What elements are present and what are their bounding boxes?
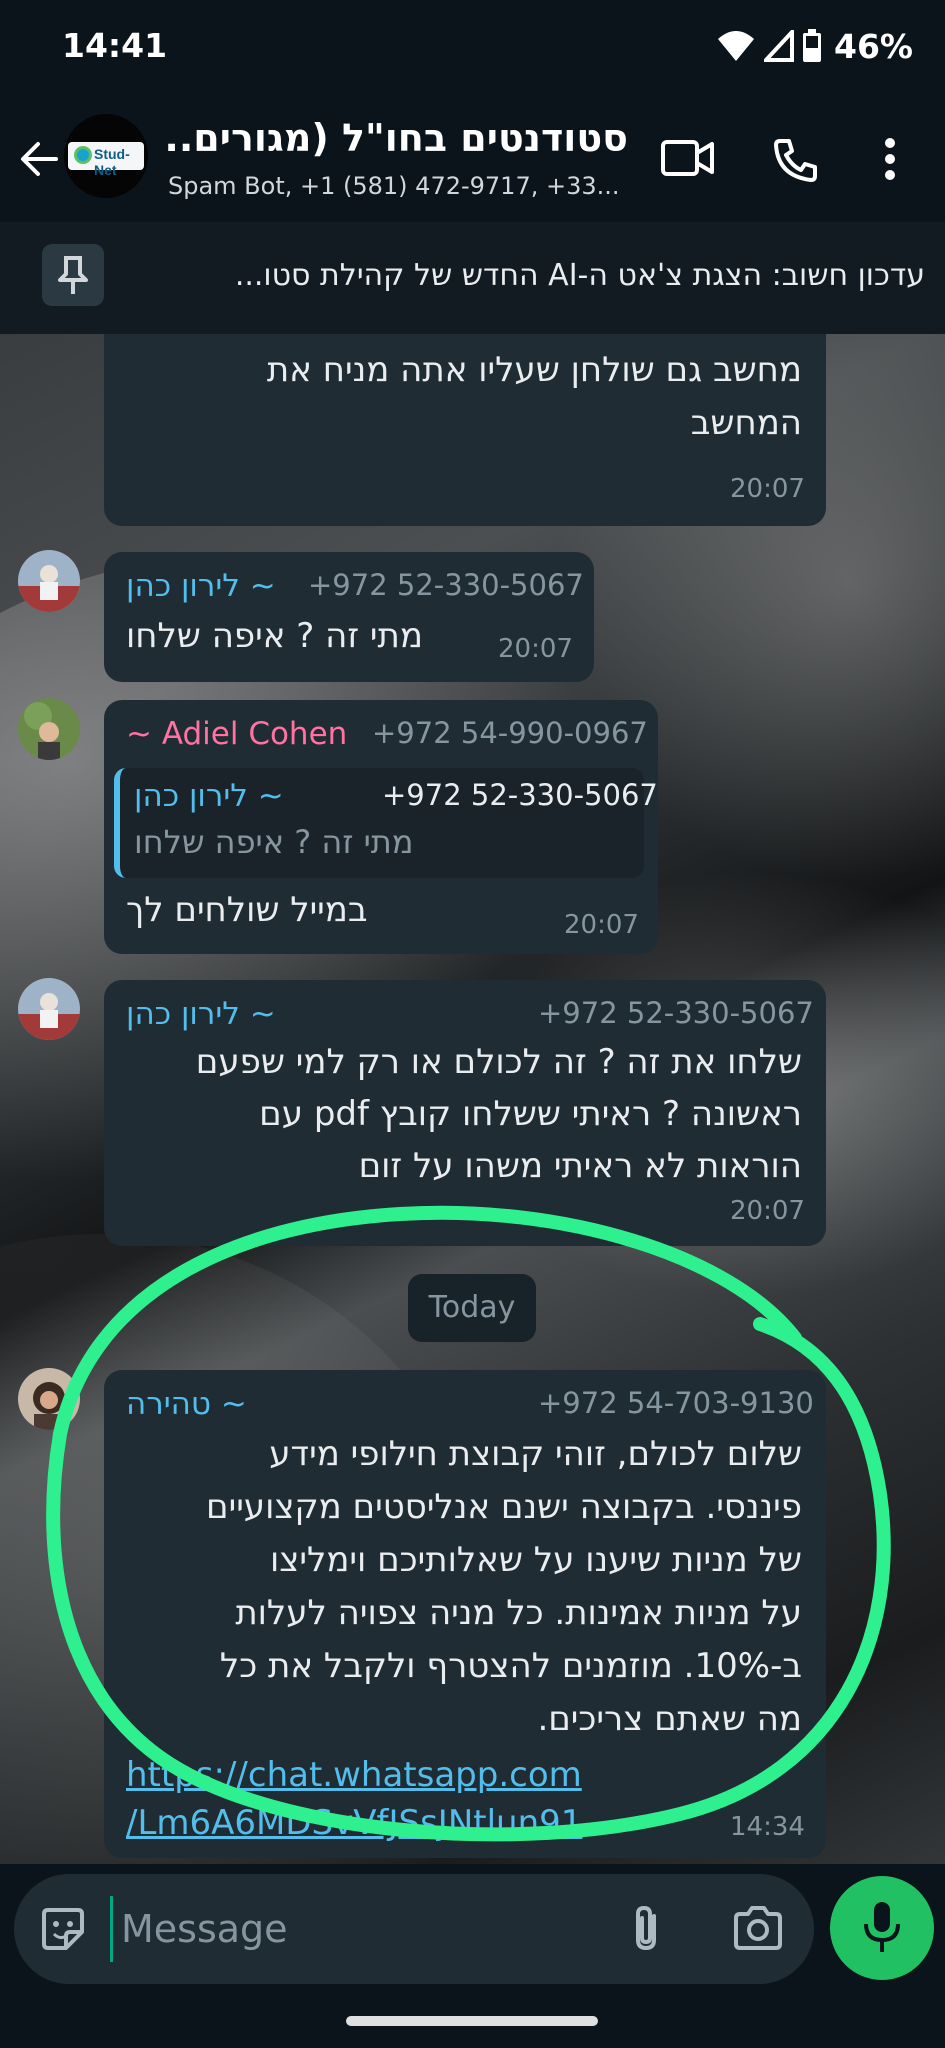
message-time: 14:34 (730, 1812, 805, 1842)
group-avatar-text: Stud-Net (94, 146, 130, 178)
chat-participants[interactable]: Spam Bot, +1 (581) 472-9717, +33... (168, 172, 628, 200)
pinned-message-bar[interactable]: עדכון חשוב: הצגת צ'אט ה-AI החדש של קהילת… (0, 222, 945, 334)
message-text: במייל שולחים לך (126, 890, 368, 930)
message-time: 20:07 (730, 474, 805, 504)
quoted-sender-name: ~ לירון כהן (134, 778, 284, 814)
quoted-sender-phone: +972 52-330-5067 (382, 778, 658, 812)
sender-phone[interactable]: +972 54-990-0967 (372, 716, 648, 750)
message-input[interactable] (110, 1896, 610, 1962)
message-link[interactable]: https://chat.whatsapp.com (126, 1752, 726, 1798)
message-time: 20:07 (730, 1196, 805, 1226)
battery-icon (803, 29, 821, 62)
sender-name[interactable]: ~ טהירה (126, 1386, 247, 1422)
avatar-photo-icon (18, 550, 80, 612)
avatar[interactable] (18, 698, 80, 760)
message-input-container[interactable] (14, 1874, 814, 1984)
message-line: הוראות לא ראיתי משהו על זום (358, 1146, 802, 1184)
home-gesture-handle[interactable] (346, 2016, 598, 2026)
pin-button[interactable] (42, 244, 104, 306)
date-separator: Today (408, 1274, 536, 1342)
message-line: על מניות אמינות. כל מניה צפויה לעלות (235, 1593, 802, 1633)
sender-name[interactable]: ~ לירון כהן (126, 568, 276, 604)
avatar[interactable] (18, 550, 80, 612)
message-line: שלום לכולם, זוהי קבוצת חילופי מידע (269, 1434, 802, 1474)
status-time: 14:41 (62, 26, 168, 65)
avatar-photo-icon (18, 698, 80, 760)
message-bubble[interactable]: ~ לירון כהן +972 52-330-5067 מתי זה ? אי… (104, 552, 594, 682)
message-line: מה שאתם צריכים. (537, 1699, 802, 1739)
chat-header: Stud-Net סטודנטים בחו"ל (מגורים... Spam … (0, 96, 945, 222)
message-line: שלחו את זה ? זה לכולם או רק למי שפעם (195, 1042, 802, 1082)
message-link[interactable]: /Lm6A6MDSvVfJSsJNtlun91 (126, 1800, 726, 1846)
message-line: המחשב (690, 403, 802, 443)
message-time: 20:07 (564, 910, 639, 940)
battery-percent: 46% (834, 26, 913, 66)
message-line: ב-10%. מוזמנים להצטרף ולקבל את כל (219, 1646, 802, 1686)
avatar-photo-icon (18, 1368, 80, 1430)
voice-message-button[interactable] (830, 1876, 934, 1980)
sticker-icon[interactable] (38, 1904, 88, 1954)
stud-net-logo-icon (74, 146, 92, 164)
group-avatar[interactable]: Stud-Net (64, 114, 148, 198)
avatar[interactable] (18, 1368, 80, 1430)
message-bubble[interactable]: ~ Adiel Cohen +972 54-990-0967 ~ לירון כ… (104, 700, 658, 954)
status-icons: 46% (716, 24, 913, 68)
message-line: של מניות שיענו על שאלותיכם וימליצו (269, 1540, 802, 1580)
avatar[interactable] (18, 978, 80, 1040)
back-arrow-icon[interactable] (16, 136, 62, 182)
spam-message-bubble[interactable]: ~ טהירה +972 54-703-9130 שלום לכולם, זוה… (104, 1370, 826, 1858)
pinned-message-text: עדכון חשוב: הצגת צ'אט ה-AI החדש של קהילת… (234, 258, 925, 293)
video-call-icon[interactable] (660, 136, 716, 180)
message-text: מתי זה ? איפה שלחו (126, 616, 423, 656)
microphone-icon (864, 1902, 900, 1952)
wifi-icon (718, 31, 754, 61)
quoted-text: מתי זה ? איפה שלחו (134, 823, 414, 861)
quoted-message[interactable]: ~ לירון כהן +972 52-330-5067 מתי זה ? אי… (114, 768, 658, 878)
system-navigation-bar (0, 1994, 945, 2048)
camera-icon[interactable] (732, 1904, 784, 1952)
status-bar: 14:41 46% (0, 0, 945, 96)
sender-phone[interactable]: +972 52-330-5067 (308, 568, 584, 602)
message-line: מחשב גם שולחן שעליו אתה מניח את (266, 350, 802, 390)
signal-icon (764, 30, 794, 62)
message-bubble[interactable]: ~ לירון כהן +972 52-330-5067 שלחו את זה … (104, 980, 826, 1246)
attach-icon[interactable] (626, 1902, 666, 1956)
more-options-icon[interactable] (880, 136, 900, 182)
voice-call-icon[interactable] (772, 136, 820, 184)
message-time: 20:07 (498, 634, 573, 664)
sender-name[interactable]: ~ Adiel Cohen (126, 716, 347, 752)
message-line: המצלמה בזווית שרואים גם את המסך (122, 334, 802, 343)
sender-phone[interactable]: +972 54-703-9130 (538, 1386, 814, 1420)
group-avatar-logo: Stud-Net (68, 142, 144, 178)
message-composer (0, 1864, 945, 1994)
chat-title[interactable]: סטודנטים בחו"ל (מגורים... (168, 116, 628, 160)
sender-name[interactable]: ~ לירון כהן (126, 996, 276, 1032)
message-line: פיננסי. בקבוצה ישנם אנליסטים מקצועיים (206, 1487, 802, 1527)
chat-messages[interactable]: המצלמה בזווית שרואים גם את המסך מחשב גם … (0, 334, 945, 1864)
avatar-photo-icon (18, 978, 80, 1040)
message-line: ראשונה ? ראיתי ששלחו קובץ pdf עם (259, 1094, 802, 1134)
sender-phone[interactable]: +972 52-330-5067 (538, 996, 814, 1030)
pin-icon (58, 256, 88, 294)
message-bubble[interactable]: המצלמה בזווית שרואים גם את המסך מחשב גם … (104, 334, 826, 526)
